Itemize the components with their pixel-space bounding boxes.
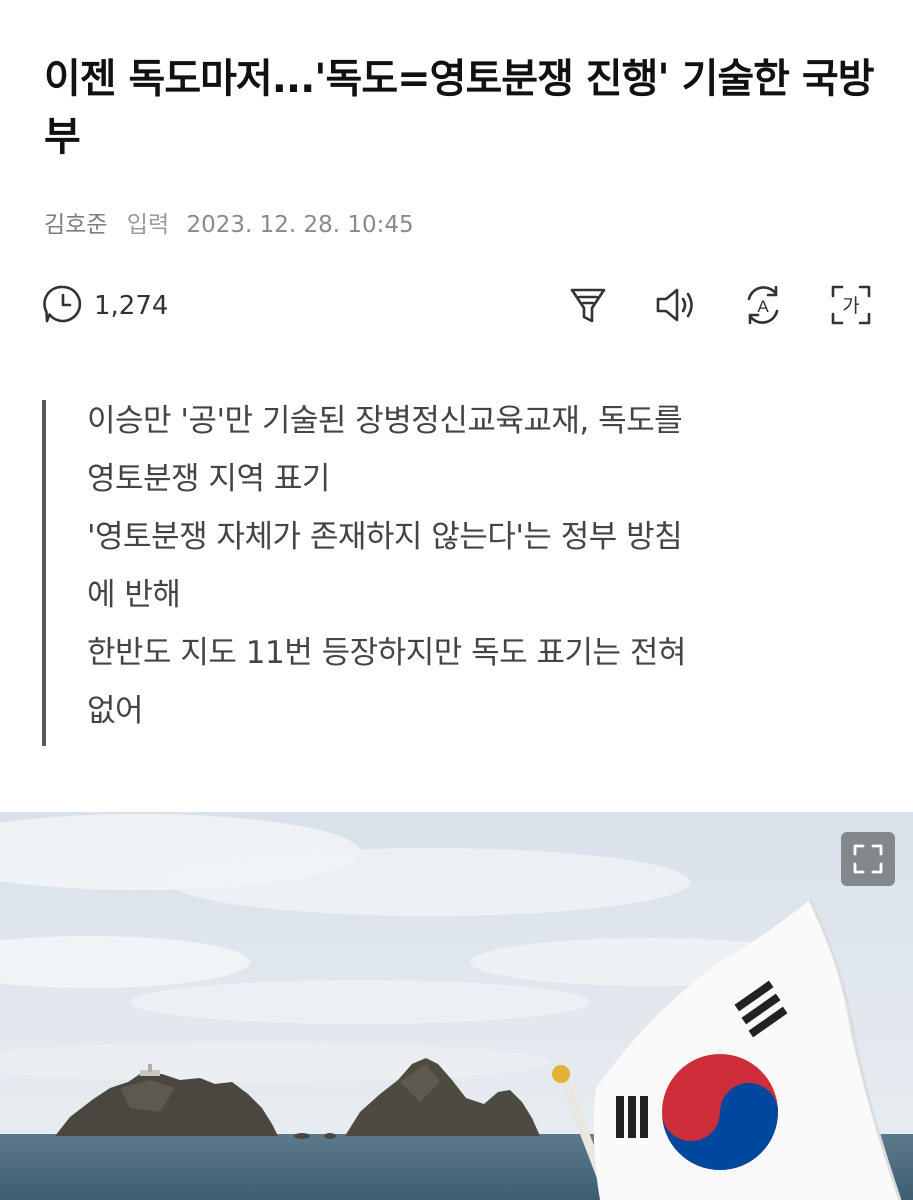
summary-button[interactable] xyxy=(565,282,611,328)
author-name[interactable]: 김호준 xyxy=(44,212,107,238)
translate-button[interactable]: A xyxy=(740,282,786,328)
view-count: 1,274 xyxy=(40,282,168,330)
summary-filter-icon xyxy=(565,288,611,332)
speaker-icon xyxy=(652,288,698,332)
article-byline: 김호준 입력 2023. 12. 28. 10:45 xyxy=(44,205,414,239)
article-photo[interactable] xyxy=(0,812,913,1200)
summary-line: 한반도 지도 11번 등장하지만 독도 표기는 전혀 xyxy=(87,635,686,671)
summary-line: 없어 xyxy=(87,693,144,729)
article-toolbar: 1,274 A 가 xyxy=(40,282,875,330)
font-size-button[interactable]: 가 xyxy=(828,282,874,328)
translate-icon: A xyxy=(740,285,786,332)
listen-button[interactable] xyxy=(652,282,698,328)
font-size-glyph: 가 xyxy=(842,295,859,317)
photo-expand-button[interactable] xyxy=(841,832,895,886)
summary-line: 영토분쟁 지역 표기 xyxy=(87,461,330,497)
view-count-value: 1,274 xyxy=(94,291,169,321)
dokdo-photo-illustration xyxy=(0,812,913,1200)
article-summary: 이승만 '공'만 기술된 장병정신교육교재, 독도를 영토분쟁 지역 표기 '영… xyxy=(87,392,887,740)
expand-icon xyxy=(841,844,895,890)
summary-line: 에 반해 xyxy=(87,577,181,613)
translate-glyph: A xyxy=(757,297,769,316)
summary-line: 이승만 '공'만 기술된 장병정신교육교재, 독도를 xyxy=(87,403,683,439)
summary-bar xyxy=(42,400,46,746)
font-size-icon: 가 xyxy=(828,285,874,332)
article-title: 이젠 독도마저...'독도=영토분쟁 진행' 기술한 국방부 xyxy=(44,56,875,160)
published-date: 2023. 12. 28. 10:45 xyxy=(186,212,414,238)
summary-line: '영토분쟁 자체가 존재하지 않는다'는 정부 방침 xyxy=(87,519,683,555)
clock-icon xyxy=(40,281,86,331)
published-label: 입력 xyxy=(126,212,170,238)
